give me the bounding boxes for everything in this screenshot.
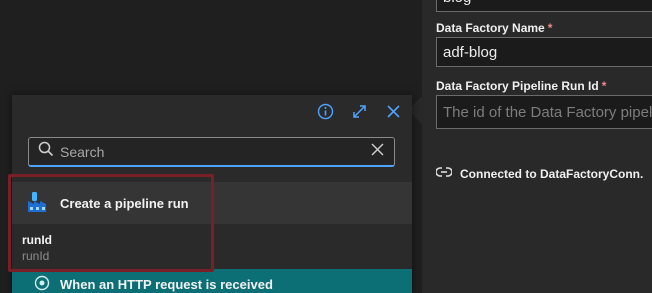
previous-field-input[interactable]: blog [436, 0, 652, 12]
connection-link-icon [435, 165, 453, 182]
pipeline-run-id-input[interactable]: The id of the Data Factory pipeline run [436, 95, 652, 129]
pipeline-run-id-placeholder: The id of the Data Factory pipeline run [443, 104, 652, 121]
trigger-label: When an HTTP request is received [60, 276, 273, 292]
connection-status: Connected to DataFactoryConn. [435, 165, 644, 182]
popup-toolbar [316, 102, 402, 120]
search-box [28, 137, 395, 167]
previous-field-value: blog [443, 0, 471, 6]
action-create-pipeline-run[interactable]: Create a pipeline run [12, 182, 412, 224]
search-icon [38, 141, 54, 162]
data-factory-name-input[interactable]: adf-blog [436, 37, 652, 67]
required-marker: * [601, 79, 607, 93]
action-label: Create a pipeline run [60, 195, 189, 211]
connection-text: Connected to DataFactoryConn. [460, 166, 644, 181]
http-request-icon [34, 275, 50, 293]
properties-panel: blog Data Factory Name* adf-blog Data Fa… [422, 0, 652, 293]
close-icon[interactable] [384, 102, 402, 120]
trigger-http-request[interactable]: When an HTTP request is received [12, 269, 412, 293]
data-factory-name-label-text: Data Factory Name [436, 21, 545, 35]
clear-search-icon[interactable] [371, 143, 384, 161]
output-item-runid[interactable]: runId runId [22, 233, 52, 263]
data-factory-name-label: Data Factory Name * [436, 21, 552, 35]
data-factory-name-value: adf-blog [443, 44, 498, 61]
dynamic-content-popup: Create a pipeline run runId runId When a… [12, 95, 412, 293]
data-factory-icon [26, 190, 50, 217]
info-icon[interactable] [316, 102, 334, 120]
output-name: runId [22, 233, 52, 247]
expand-icon[interactable] [350, 102, 368, 120]
pipeline-run-id-label: Data Factory Pipeline Run Id * [436, 79, 606, 93]
search-input[interactable] [54, 143, 371, 160]
output-subtitle: runId [22, 249, 50, 263]
required-marker: * [547, 21, 553, 35]
pipeline-run-id-label-text: Data Factory Pipeline Run Id [436, 79, 599, 93]
